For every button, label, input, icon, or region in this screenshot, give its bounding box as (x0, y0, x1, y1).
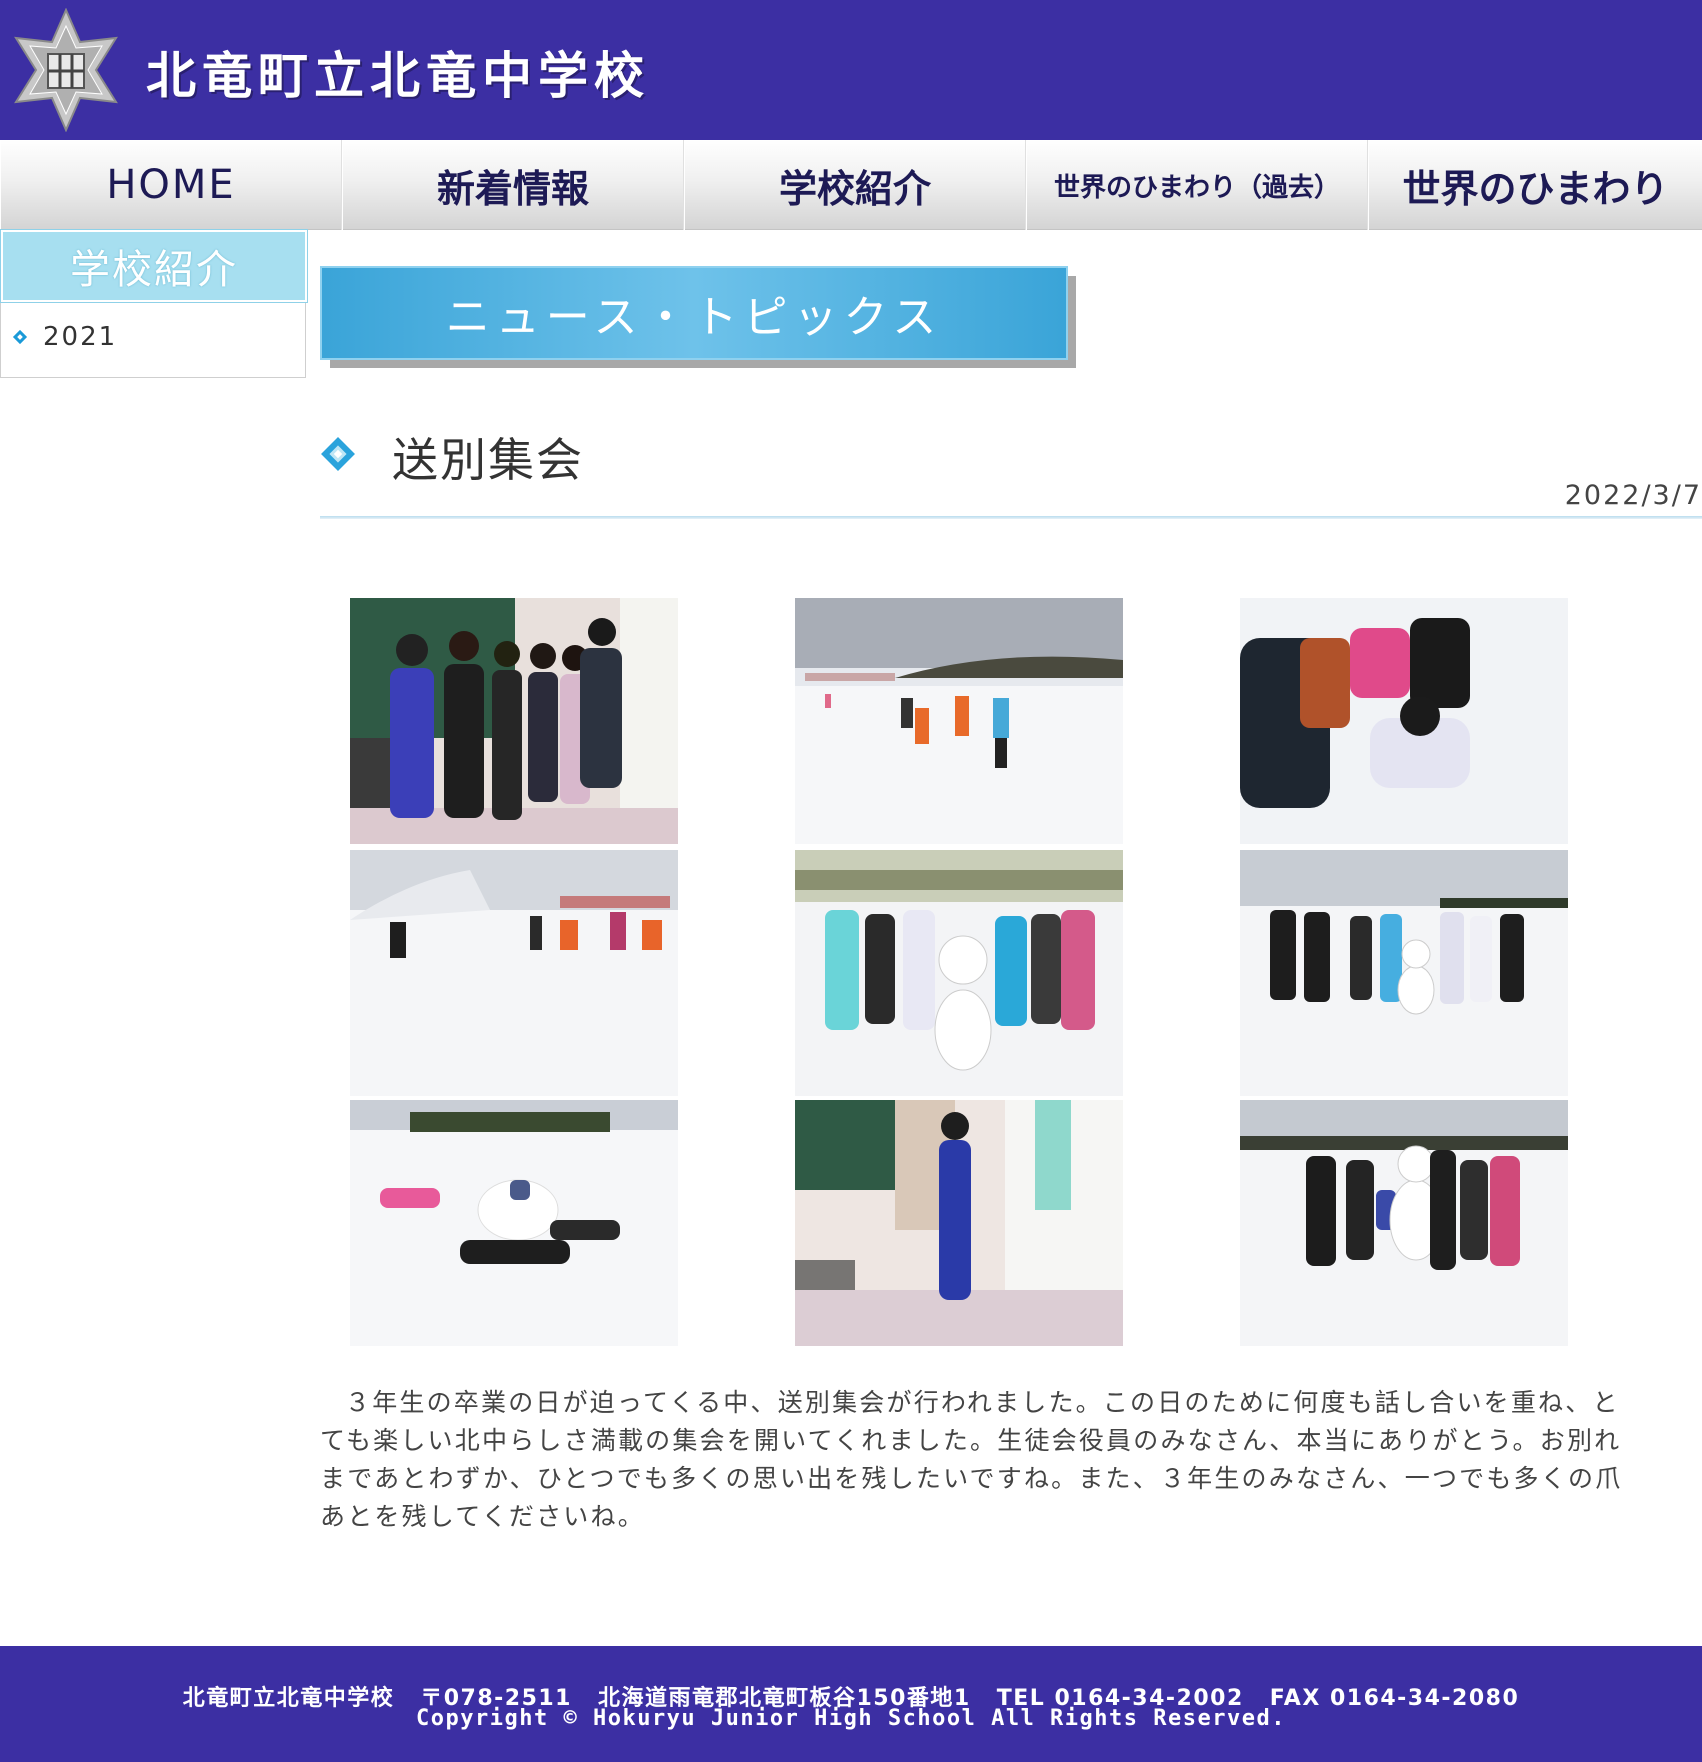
nav-sunflower[interactable]: 世界のひまわり (1368, 140, 1702, 230)
snow-running-photo[interactable] (350, 850, 678, 1096)
lying-in-snow-photo[interactable] (350, 1100, 678, 1346)
snowman-pose-photo[interactable] (1240, 1100, 1568, 1346)
nav-sunflower-past[interactable]: 世界のひまわり（過去） (1026, 140, 1368, 230)
diamond-bullet-icon (12, 329, 28, 345)
footer-copyright: Copyright © Hokuryu Junior High School A… (416, 1706, 1286, 1731)
main-nav: HOME 新着情報 学校紹介 世界のひまわり（過去） 世界のひまわり (0, 140, 1702, 230)
nav-news[interactable]: 新着情報 (342, 140, 684, 230)
snow-digging-photo[interactable] (1240, 598, 1568, 844)
site-header: 北竜町立北竜中学校 (0, 0, 1702, 140)
sidebar-heading: 学校紹介 (0, 229, 308, 303)
sidebar-item-label: 2021 (43, 322, 118, 352)
snowfield-game-photo[interactable] (795, 598, 1123, 844)
site-footer: 北竜町立北竜中学校 〒078-2511 北海道雨竜郡北竜町板谷150番地1 TEL 0… (0, 1646, 1702, 1762)
news-topics-banner: ニュース・トピックス (320, 266, 1068, 360)
article-body: ３年生の卒業の日が迫ってくる中、送別集会が行われました。この日のために何度も話し… (320, 1388, 1623, 1531)
site-title[interactable]: 北竜町立北竜中学校 (146, 36, 650, 108)
snowman-group-photo[interactable] (795, 850, 1123, 1096)
title-divider (320, 516, 1702, 519)
sidebar: 学校紹介 2021 (0, 229, 308, 378)
classroom-students-photo[interactable] (350, 598, 678, 844)
diamond-bullet-icon (321, 437, 355, 471)
sidebar-item-2021[interactable]: 2021 (12, 322, 118, 352)
snowman-line-photo[interactable] (1240, 850, 1568, 1096)
article-title: 送別集会 (392, 433, 584, 487)
nav-home[interactable]: HOME (0, 140, 342, 230)
school-emblem-icon[interactable] (10, 7, 122, 133)
nav-school-intro[interactable]: 学校紹介 (684, 140, 1026, 230)
classroom-teacher-photo[interactable] (795, 1100, 1123, 1346)
article-date: 2022/3/7 (1564, 480, 1702, 511)
